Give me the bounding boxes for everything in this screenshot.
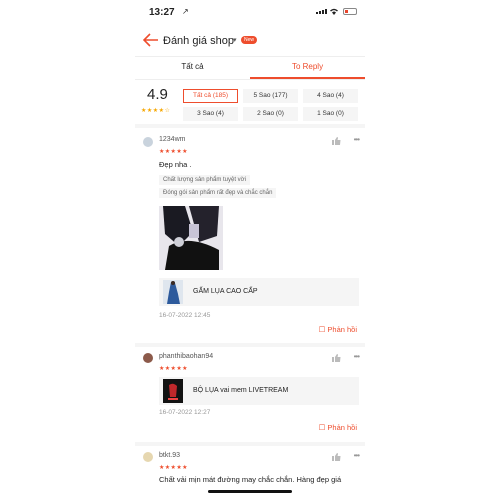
product-thumbnail xyxy=(163,379,183,403)
thumbs-up-icon[interactable] xyxy=(332,453,341,461)
average-rating: 4.9 xyxy=(147,86,168,103)
review-date: 16-07-2022 12:27 xyxy=(159,409,211,416)
review-stars: ★★★★★ xyxy=(159,366,188,372)
avatar xyxy=(143,353,153,363)
reply-button[interactable]: ☐ Phản hồi xyxy=(319,325,357,334)
tab-to-reply[interactable]: To Reply xyxy=(250,57,365,79)
filter-4-star[interactable]: 4 Sao (4) xyxy=(303,89,358,103)
avatar xyxy=(143,137,153,147)
filter-3-star[interactable]: 3 Sao (4) xyxy=(183,107,238,121)
review-text: Đẹp nha . xyxy=(159,160,192,169)
filter-5-star[interactable]: 5 Sao (177) xyxy=(243,89,298,103)
review-stars: ★★★★★ xyxy=(159,465,188,471)
reply-icon: ☐ xyxy=(318,325,326,334)
review-username: phanthibaohan94 xyxy=(159,353,214,360)
rating-stars: ★★★★☆ xyxy=(141,108,171,114)
avatar xyxy=(143,452,153,462)
review-tag: Đóng gói sản phẩm rất đẹp và chắc chắn xyxy=(159,188,277,198)
page-title[interactable]: Đánh giá shop xyxy=(163,35,234,47)
signal-icon xyxy=(316,9,327,14)
review-text: Chất vải mịn mát đường may chắc chắn. Hà… xyxy=(159,475,342,484)
review-date: 16-07-2022 12:45 xyxy=(159,312,211,319)
rating-summary: 4.9 ★★★★☆ Tất cả (185) 5 Sao (177) 4 Sao… xyxy=(135,80,365,128)
review-username: 1234wm xyxy=(159,136,186,143)
reply-label: Phản hồi xyxy=(327,423,357,432)
product-name: GẤM LỤA CAO CẤP xyxy=(193,288,258,295)
review-photo[interactable] xyxy=(159,206,223,270)
location-icon: ↗ xyxy=(182,7,189,16)
thumbs-up-icon[interactable] xyxy=(332,137,341,145)
phone-screen: 13:27 ↗ Đánh giá shop ▾ New Tất cả To Re… xyxy=(135,0,365,498)
more-options-icon[interactable]: ••• xyxy=(354,352,360,361)
back-arrow-icon[interactable] xyxy=(143,33,159,47)
wifi-icon xyxy=(330,8,338,15)
filter-1-star[interactable]: 1 Sao (0) xyxy=(303,107,358,121)
review-item: 1234wm ••• ★★★★★ Đẹp nha . Chất lượng sả… xyxy=(135,128,365,347)
more-options-icon[interactable]: ••• xyxy=(354,135,360,144)
reply-icon: ☐ xyxy=(318,423,326,432)
reply-button[interactable]: ☐ Phản hồi xyxy=(319,423,357,432)
thumbs-up-icon[interactable] xyxy=(332,354,341,362)
chevron-down-icon[interactable]: ▾ xyxy=(233,36,237,44)
review-product[interactable]: BỘ LỤA vai mem LIVETREAM xyxy=(159,377,359,405)
product-name: BỘ LỤA vai mem LIVETREAM xyxy=(193,387,289,394)
battery-icon xyxy=(343,8,357,15)
review-tag: Chất lượng sản phẩm tuyệt vời xyxy=(159,175,250,185)
filter-2-star[interactable]: 2 Sao (0) xyxy=(243,107,298,121)
review-product[interactable]: GẤM LỤA CAO CẤP xyxy=(159,278,359,306)
review-item: phanthibaohan94 ••• ★★★★★ BỘ LỤA vai mem… xyxy=(135,347,365,446)
page-header: Đánh giá shop ▾ New xyxy=(135,26,365,57)
tab-bar: Tất cả To Reply xyxy=(135,57,365,80)
more-options-icon[interactable]: ••• xyxy=(354,451,360,460)
status-time: 13:27 xyxy=(149,7,175,18)
reply-label: Phản hồi xyxy=(327,325,357,334)
review-stars: ★★★★★ xyxy=(159,149,188,155)
status-bar: 13:27 ↗ xyxy=(135,0,365,26)
home-indicator[interactable] xyxy=(208,490,292,493)
product-thumbnail xyxy=(163,280,183,304)
tab-all[interactable]: Tất cả xyxy=(135,57,250,79)
filter-all[interactable]: Tất cả (185) xyxy=(183,89,238,103)
review-username: btkt.93 xyxy=(159,452,181,459)
new-badge: New xyxy=(241,36,258,44)
